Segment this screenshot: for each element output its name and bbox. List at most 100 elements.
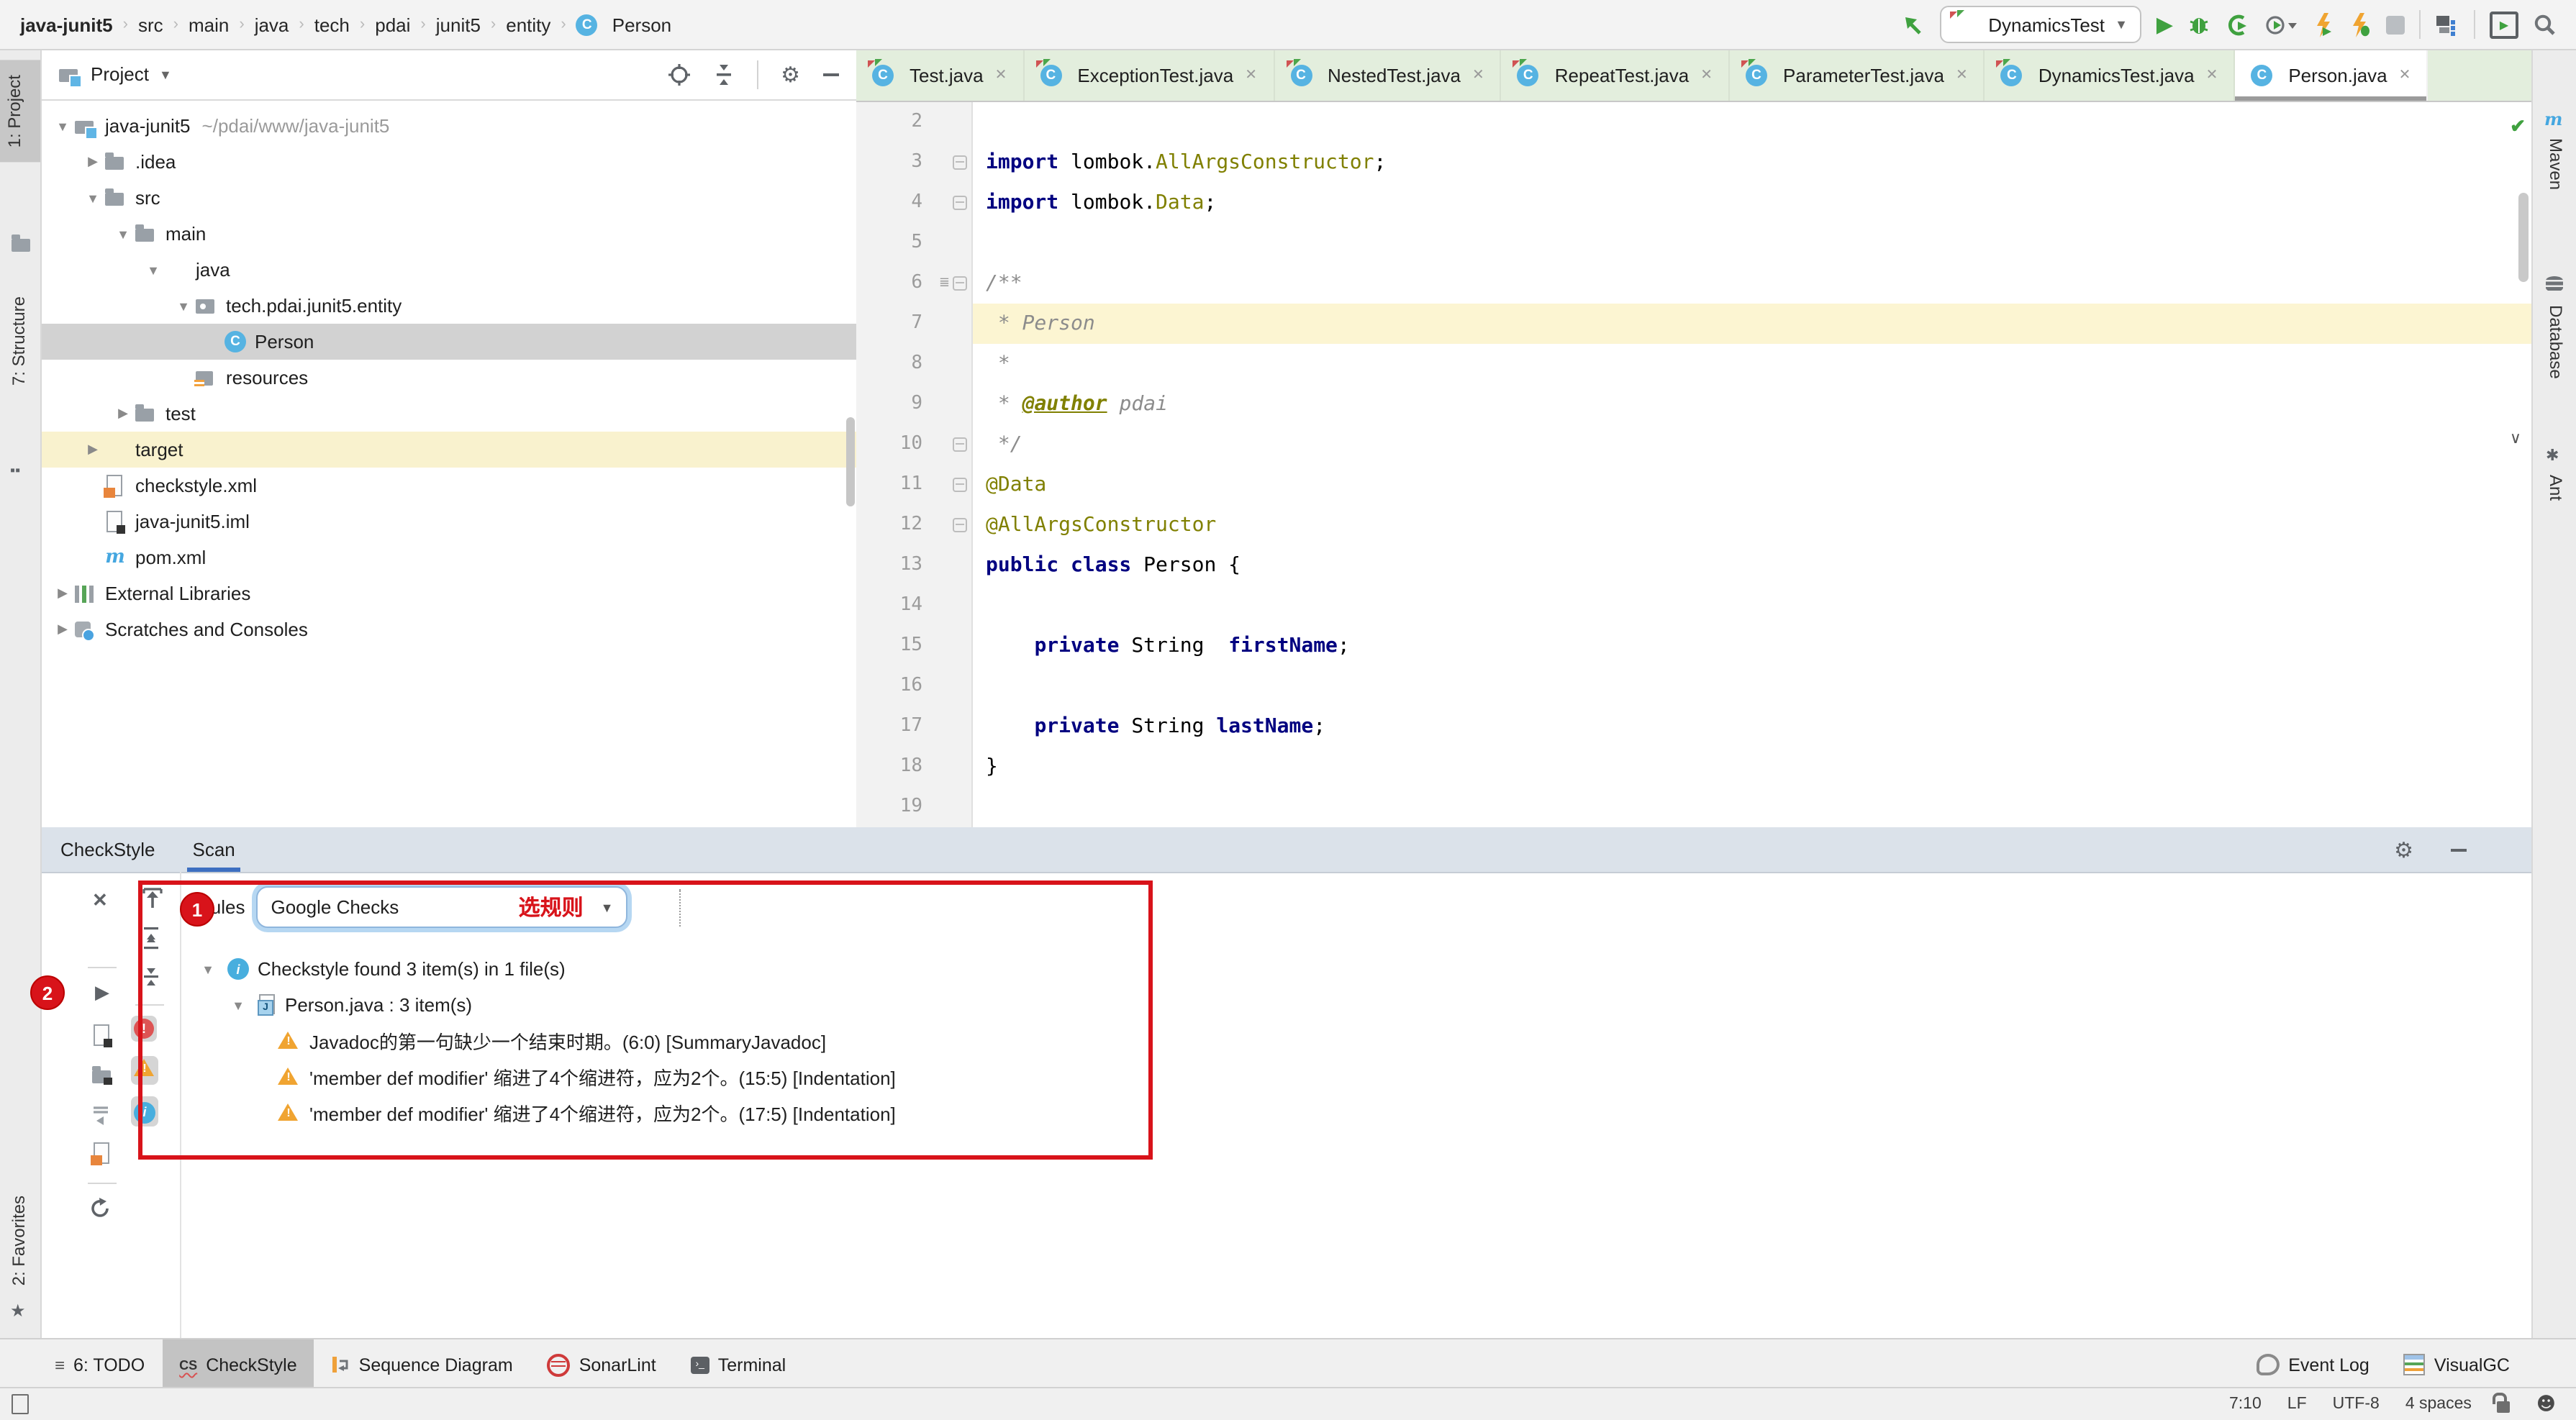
tab-checkstyle[interactable]: CheckStyle bbox=[60, 827, 155, 872]
editor-tab-ParameterTest.java[interactable]: C ParameterTest.java ✕ bbox=[1730, 49, 1985, 101]
breadcrumb-item-java-junit5[interactable]: java-junit5 bbox=[20, 14, 113, 35]
close-icon[interactable]: ✕ bbox=[995, 67, 1007, 83]
force-run-button[interactable] bbox=[2313, 12, 2334, 37]
hide-panel-icon[interactable] bbox=[2451, 848, 2467, 851]
search-everywhere-icon[interactable] bbox=[2533, 13, 2556, 36]
toolwindow-event-log[interactable]: Event Log bbox=[2239, 1339, 2387, 1390]
breadcrumb-item-junit5[interactable]: junit5 bbox=[436, 14, 481, 35]
editor-tab-RepeatTest.java[interactable]: C RepeatTest.java ✕ bbox=[1502, 49, 1731, 101]
stripe-project-button[interactable]: 1: Project bbox=[0, 60, 40, 163]
collapse-all-icon[interactable] bbox=[713, 63, 733, 86]
right-chevron-icon[interactable]: ▶ bbox=[82, 154, 104, 170]
code-line-11[interactable]: 11 @Data bbox=[856, 465, 2533, 505]
file-encoding[interactable]: UTF-8 bbox=[2333, 1396, 2380, 1413]
check-module-icon[interactable] bbox=[91, 1065, 114, 1092]
profiler-button[interactable] bbox=[2264, 12, 2298, 37]
editor-scrollbar[interactable] bbox=[2518, 193, 2529, 282]
toolwindow-sequence-diagram[interactable]: Sequence Diagram bbox=[314, 1339, 530, 1390]
breadcrumb-item-pdai[interactable]: pdai bbox=[375, 14, 410, 35]
editor-tab-NestedTest.java[interactable]: C NestedTest.java ✕ bbox=[1274, 49, 1502, 101]
code-line-7[interactable]: 7 * Person bbox=[856, 304, 2533, 344]
code-line-9[interactable]: 9 * @author pdai bbox=[856, 384, 2533, 424]
breadcrumb-item-src[interactable]: src bbox=[138, 14, 163, 35]
tree-item-.idea[interactable]: ▶ .idea bbox=[40, 144, 856, 180]
tree-item-java[interactable]: ▼ java bbox=[40, 252, 856, 288]
close-icon[interactable]: ✕ bbox=[92, 889, 108, 912]
checkstyle-issue[interactable]: 'member def modifier' 缩进了4个缩进符，应为2个。(15:… bbox=[278, 1059, 2533, 1095]
close-icon[interactable]: ✕ bbox=[1700, 67, 1713, 83]
close-icon[interactable]: ✕ bbox=[1245, 67, 1257, 83]
debug-button[interactable] bbox=[2187, 13, 2210, 36]
tab-scan[interactable]: Scan bbox=[186, 827, 240, 872]
caret-position[interactable]: 7:10 bbox=[2229, 1396, 2262, 1413]
inspection-ok-icon[interactable]: ✔ bbox=[2510, 115, 2526, 138]
fold-marker-icon[interactable] bbox=[953, 196, 967, 210]
clear-results-icon[interactable] bbox=[89, 1105, 112, 1125]
export-icon[interactable] bbox=[141, 886, 164, 909]
refresh-icon[interactable] bbox=[89, 1197, 111, 1219]
right-chevron-icon[interactable]: ▶ bbox=[52, 586, 73, 601]
toolwindow-todo[interactable]: ≡ 6: TODO bbox=[37, 1339, 162, 1390]
down-chevron-icon[interactable]: ▼ bbox=[82, 191, 104, 205]
toolwindow-switcher-icon[interactable] bbox=[0, 1394, 29, 1414]
editor-tab-ExceptionTest.java[interactable]: C ExceptionTest.java ✕ bbox=[1024, 49, 1274, 101]
checkstyle-issue[interactable]: Javadoc的第一句缺少一个结束时期。(6:0) [SummaryJavado… bbox=[278, 1023, 2533, 1059]
lock-icon[interactable] bbox=[2493, 1393, 2511, 1413]
code-line-3[interactable]: 3 import lombok.AllArgsConstructor; bbox=[856, 142, 2533, 183]
close-icon[interactable]: ✕ bbox=[1956, 67, 1968, 83]
tree-item-tech.pdai.junit5.entity[interactable]: ▼ tech.pdai.junit5.entity bbox=[40, 288, 856, 324]
down-chevron-icon[interactable]: ▼ bbox=[112, 227, 134, 241]
right-chevron-icon[interactable]: ▶ bbox=[52, 622, 73, 637]
expand-all-icon[interactable] bbox=[141, 927, 161, 950]
indent-setting[interactable]: 4 spaces bbox=[2405, 1396, 2472, 1413]
run-anything-button[interactable]: ▶ bbox=[2490, 11, 2518, 38]
inspection-profile-icon[interactable]: ☻ bbox=[2536, 1393, 2556, 1415]
code-line-16[interactable]: 16 bbox=[856, 666, 2533, 706]
code-line-2[interactable]: 2 bbox=[856, 102, 2533, 142]
code-line-14[interactable]: 14 bbox=[856, 586, 2533, 626]
run-coverage-button[interactable] bbox=[2225, 12, 2249, 37]
code-line-19[interactable]: 19 bbox=[856, 787, 2533, 827]
breadcrumb-item-java[interactable]: java bbox=[255, 14, 289, 35]
update-arrow-icon[interactable] bbox=[1900, 12, 1925, 37]
code-line-5[interactable]: 5 bbox=[856, 223, 2533, 263]
tree-item-resources[interactable]: resources bbox=[40, 360, 856, 396]
breadcrumb-item-Person[interactable]: C Person bbox=[576, 14, 671, 35]
down-chevron-icon[interactable]: ▼ bbox=[142, 263, 164, 277]
editor-tab-Person.java[interactable]: C Person.java ✕ bbox=[2235, 49, 2428, 101]
tree-item-checkstyle.xml[interactable]: checkstyle.xml bbox=[40, 468, 856, 504]
code-line-4[interactable]: 4 import lombok.Data; bbox=[856, 183, 2533, 223]
code-line-15[interactable]: 15 private String firstName; bbox=[856, 626, 2533, 666]
result-file-row[interactable]: ▼ Person.java : 3 item(s) bbox=[227, 987, 2533, 1023]
run-config-select[interactable]: DynamicsTest ▼ bbox=[1939, 6, 2142, 43]
check-file-icon[interactable] bbox=[91, 1024, 114, 1052]
collapse-all-icon[interactable] bbox=[141, 967, 161, 987]
stripe-ant-button[interactable]: Ant bbox=[2546, 475, 2566, 501]
fold-marker-icon[interactable] bbox=[953, 276, 967, 291]
project-scrollbar[interactable] bbox=[846, 417, 855, 506]
toolwindow-terminal[interactable]: ›_ Terminal bbox=[674, 1339, 804, 1390]
stripe-maven-button[interactable]: Maven bbox=[2546, 138, 2566, 190]
toolwindow-visualgc[interactable]: VisualGC bbox=[2387, 1339, 2527, 1390]
force-debug-button[interactable] bbox=[2349, 12, 2372, 37]
code-line-12[interactable]: 12 @AllArgsConstructor bbox=[856, 505, 2533, 545]
code-line-8[interactable]: 8 * bbox=[856, 344, 2533, 384]
code-line-17[interactable]: 17 private String lastName; bbox=[856, 706, 2533, 747]
fold-marker-icon[interactable] bbox=[953, 478, 967, 492]
tree-item-pom.xml[interactable]: m pom.xml bbox=[40, 540, 856, 575]
chevron-down-icon[interactable]: ▼ bbox=[227, 998, 249, 1012]
toolwindow-sonarlint[interactable]: SonarLint bbox=[530, 1339, 674, 1390]
right-chevron-icon[interactable]: ▶ bbox=[112, 406, 134, 422]
hide-panel-icon[interactable] bbox=[823, 73, 839, 76]
breadcrumb-item-entity[interactable]: entity bbox=[506, 14, 550, 35]
gear-icon[interactable]: ⚙ bbox=[2394, 837, 2413, 863]
code-editor[interactable]: 2 3 import lombok.AllArgsConstructor; 4 impo… bbox=[856, 102, 2533, 827]
close-icon[interactable]: ✕ bbox=[1472, 67, 1484, 83]
down-chevron-icon[interactable]: ▼ bbox=[173, 299, 194, 313]
breadcrumb-item-tech[interactable]: tech bbox=[314, 14, 350, 35]
breadcrumb-item-main[interactable]: main bbox=[189, 14, 229, 35]
close-icon[interactable]: ✕ bbox=[2206, 67, 2218, 83]
tree-item-Person[interactable]: C Person bbox=[40, 324, 856, 360]
editor-tab-DynamicsTest.java[interactable]: C DynamicsTest.java ✕ bbox=[1985, 49, 2236, 101]
code-line-18[interactable]: 18} bbox=[856, 747, 2533, 787]
